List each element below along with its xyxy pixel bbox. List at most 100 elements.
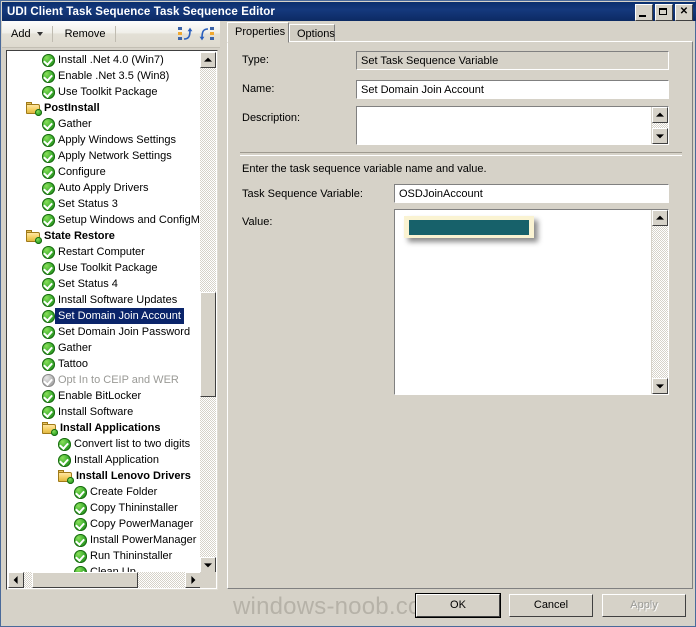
redacted-value-bar [409,220,529,235]
move-step-up-icon[interactable] [176,25,194,43]
check-enabled-icon [42,69,55,83]
value-input[interactable] [394,209,669,395]
vertical-scroll-thumb[interactable] [200,292,216,397]
tab-strip: Properties Options [227,22,693,43]
value-scroll-up-button[interactable] [652,210,668,226]
tree-item-label: Restart Computer [58,246,145,258]
task-sequence-variable-input[interactable]: OSDJoinAccount [394,184,669,203]
folder-icon [42,421,58,436]
description-scrollbar[interactable] [651,107,668,144]
tree-item-label: Install Lenovo Drivers [76,470,191,482]
maximize-icon [656,5,672,20]
tab-properties[interactable]: Properties [227,22,289,43]
tree-item[interactable]: Install Lenovo Drivers [8,468,201,484]
check-enabled-icon [42,85,55,99]
check-enabled-icon [42,405,55,419]
description-scroll-up-button[interactable] [652,107,668,123]
tree-item[interactable]: Opt In to CEIP and WER [8,372,201,388]
tree-item[interactable]: Install Software [8,404,201,420]
check-enabled-icon [42,133,55,147]
tree-item-label: Configure [58,166,106,178]
check-enabled-icon [42,309,55,323]
tree-item[interactable]: Install .Net 4.0 (Win7) [8,52,201,68]
tree-item[interactable]: PostInstall [8,100,201,116]
task-sequence-tree[interactable]: Install .Net 4.0 (Win7) Enable .Net 3.5 (… [8,52,201,573]
check-enabled-icon [42,181,55,195]
tree-item[interactable]: Apply Network Settings [8,148,201,164]
tree-item[interactable]: Setup Windows and ConfigMgr [8,212,201,228]
check-enabled-icon [58,437,71,451]
folder-icon [58,469,74,484]
check-enabled-icon [42,149,55,163]
description-label: Description: [242,112,301,124]
tree-item[interactable]: Enable BitLocker [8,388,201,404]
check-enabled-icon [42,325,55,339]
cancel-button[interactable]: Cancel [509,594,593,617]
check-enabled-icon [74,517,87,531]
tree-item[interactable]: Configure [8,164,201,180]
remove-button-label: Remove [64,28,106,40]
redacted-value-highlight [404,216,534,238]
tree-item[interactable]: Run Thininstaller [8,548,201,564]
check-enabled-icon [74,549,87,563]
tree-vertical-scrollbar[interactable] [200,52,216,573]
scroll-up-button[interactable] [200,52,216,68]
tree-item[interactable]: Use Toolkit Package [8,260,201,276]
check-enabled-icon [42,53,55,67]
section-divider [240,152,682,156]
tree-item[interactable]: Set Domain Join Password [8,324,201,340]
tree-item[interactable]: Enable .Net 3.5 (Win8) [8,68,201,84]
close-icon: ✕ [679,6,689,17]
tree-item[interactable]: Gather [8,340,201,356]
tree-item[interactable]: Convert list to two digits [8,436,201,452]
tree-item[interactable]: Gather [8,116,201,132]
tree-item[interactable]: Set Status 3 [8,196,201,212]
close-button[interactable]: ✕ [675,4,693,21]
tree-item-label: Create Folder [90,486,158,498]
tree-item-label: Gather [58,118,92,130]
task-sequence-variable-label: Task Sequence Variable: [242,188,363,200]
tree-item[interactable]: Install Applications [8,420,201,436]
tree-item[interactable]: Install PowerManager [8,532,201,548]
ok-button[interactable]: OK [416,594,500,617]
tree-item[interactable]: Create Folder [8,484,201,500]
tree-item[interactable]: Restart Computer [8,244,201,260]
value-scrollbar[interactable] [651,210,668,394]
site-watermark: windows-noob.com [233,593,442,620]
tree-item-label: Install Applications [60,422,161,434]
minimize-button[interactable] [635,4,653,21]
tree-item-label: Set Status 4 [58,278,118,290]
scroll-right-button[interactable] [185,572,201,588]
check-enabled-icon [74,485,87,499]
value-scroll-down-button[interactable] [652,378,668,394]
description-scroll-down-button[interactable] [652,128,668,144]
tree-item[interactable]: Install Application [8,452,201,468]
tree-item[interactable]: Set Status 4 [8,276,201,292]
scroll-left-button[interactable] [8,572,24,588]
maximize-button[interactable] [655,4,673,21]
toolbar-separator [51,26,53,42]
tree-item[interactable]: Copy PowerManager [8,516,201,532]
horizontal-scroll-thumb[interactable] [32,572,138,588]
toolbar-separator-2 [114,26,116,42]
description-input[interactable] [356,106,669,145]
tree-item[interactable]: Apply Windows Settings [8,132,201,148]
tree-item[interactable]: Set Domain Join Account [8,308,201,324]
tab-options[interactable]: Options [289,24,335,42]
tree-item[interactable]: Use Toolkit Package [8,84,201,100]
scroll-down-button[interactable] [200,557,216,573]
tree-item[interactable]: Auto Apply Drivers [8,180,201,196]
apply-button: Apply [602,594,686,617]
tree-item-label: Copy PowerManager [90,518,194,530]
add-button[interactable]: Add [5,24,49,44]
tree-item[interactable]: Install Software Updates [8,292,201,308]
tree-item-label: Install PowerManager [90,534,197,546]
name-input[interactable]: Set Domain Join Account [356,80,669,99]
tree-item[interactable]: Tattoo [8,356,201,372]
tree-horizontal-scrollbar[interactable] [8,572,201,588]
tree-item[interactable]: Copy Thininstaller [8,500,201,516]
tree-item[interactable]: State Restore [8,228,201,244]
remove-button[interactable]: Remove [59,24,112,44]
tree-item-label: Install Software [58,406,134,418]
move-step-down-icon[interactable] [198,25,216,43]
